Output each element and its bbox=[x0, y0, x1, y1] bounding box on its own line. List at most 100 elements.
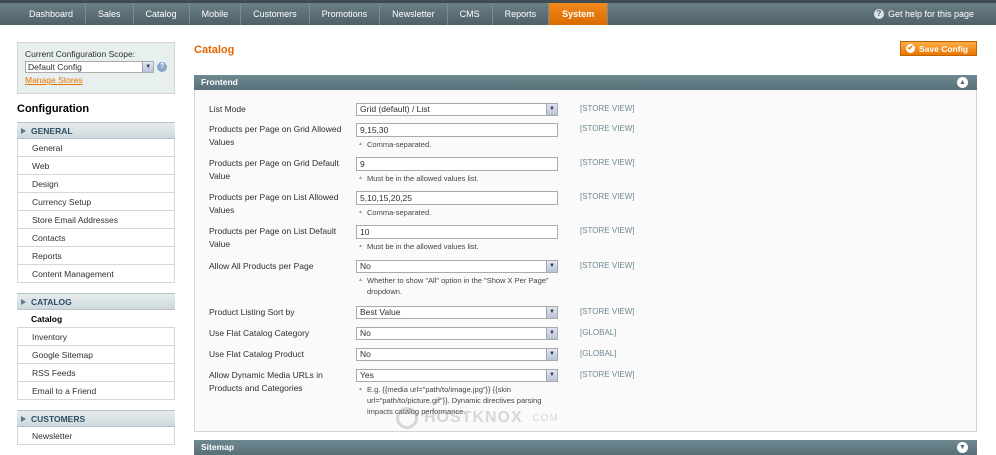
collapse-icon[interactable]: ▲ bbox=[957, 77, 968, 88]
chevron-down-icon: ▼ bbox=[546, 328, 557, 339]
field-label: Products per Page on Grid Default Value bbox=[209, 158, 339, 181]
nav-reports[interactable]: Reports bbox=[493, 3, 550, 25]
sidebar: GENERAL General Web Design Currency Setu… bbox=[17, 122, 175, 445]
nav-system[interactable]: System bbox=[549, 3, 609, 25]
expand-icon[interactable]: ▼ bbox=[957, 442, 968, 453]
bullet-icon bbox=[21, 128, 26, 134]
field-note: Must be in the allowed values list. bbox=[356, 173, 558, 184]
grid-allowed-values-input[interactable]: 9,15,30 bbox=[356, 123, 558, 137]
sidebar-group-label: CATALOG bbox=[31, 297, 72, 307]
field-label: Use Flat Catalog Category bbox=[209, 328, 310, 338]
sort-by-select[interactable]: Best Value ▼ bbox=[356, 306, 558, 319]
nav-mobile[interactable]: Mobile bbox=[190, 3, 242, 25]
sidebar-item-reports[interactable]: Reports bbox=[17, 247, 175, 265]
field-label: Product Listing Sort by bbox=[209, 307, 295, 317]
bullet-icon bbox=[21, 299, 26, 305]
sidebar-group-general[interactable]: GENERAL bbox=[17, 122, 175, 139]
chevron-down-icon: ▼ bbox=[142, 62, 154, 72]
dynamic-media-urls-select[interactable]: Yes ▼ bbox=[356, 369, 558, 382]
save-config-button[interactable]: ✔ Save Config bbox=[900, 41, 977, 56]
save-config-label: Save Config bbox=[919, 43, 969, 54]
nav-newsletter[interactable]: Newsletter bbox=[380, 3, 448, 25]
help-link[interactable]: ? Get help for this page bbox=[873, 3, 974, 25]
scope-select-value: Default Config bbox=[28, 62, 82, 72]
section-header-sitemap[interactable]: Sitemap ▼ bbox=[194, 440, 977, 455]
select-value: Best Value bbox=[360, 307, 401, 317]
nav-catalog[interactable]: Catalog bbox=[134, 3, 190, 25]
help-icon: ? bbox=[873, 9, 884, 19]
sidebar-item-catalog[interactable]: Catalog bbox=[17, 310, 175, 328]
field-note: Whether to show "All" option in the "Sho… bbox=[356, 275, 558, 297]
nav-cms[interactable]: CMS bbox=[448, 3, 493, 25]
nav-dashboard[interactable]: Dashboard bbox=[17, 3, 87, 25]
list-mode-select[interactable]: Grid (default) / List ▼ bbox=[356, 103, 558, 116]
frontend-fieldset: List Mode Grid (default) / List ▼ [STORE… bbox=[194, 90, 977, 432]
field-label: List Mode bbox=[209, 104, 246, 114]
field-label: Products per Page on Grid Allowed Values bbox=[209, 124, 342, 147]
grid-default-value-input[interactable]: 9 bbox=[356, 157, 558, 171]
nav-sales[interactable]: Sales bbox=[86, 3, 134, 25]
field-note: Comma-separated. bbox=[356, 207, 558, 218]
scope-badge: [STORE VIEW] bbox=[580, 158, 635, 167]
chevron-down-icon: ▼ bbox=[546, 349, 557, 360]
nav-customers[interactable]: Customers bbox=[241, 3, 310, 25]
flat-category-select[interactable]: No ▼ bbox=[356, 327, 558, 340]
checkmark-icon: ✔ bbox=[906, 44, 915, 53]
sidebar-item-design[interactable]: Design bbox=[17, 175, 175, 193]
sidebar-group-label: CUSTOMERS bbox=[31, 414, 86, 424]
sidebar-item-web[interactable]: Web bbox=[17, 157, 175, 175]
field-note: Comma-separated. bbox=[356, 139, 558, 150]
scope-badge: [STORE VIEW] bbox=[580, 226, 635, 235]
list-allowed-values-input[interactable]: 5,10,15,20,25 bbox=[356, 191, 558, 205]
list-default-value-input[interactable]: 10 bbox=[356, 225, 558, 239]
field-note: Must be in the allowed values list. bbox=[356, 241, 558, 252]
sidebar-group-label: GENERAL bbox=[31, 126, 73, 136]
chevron-down-icon: ▼ bbox=[546, 104, 557, 115]
page-title: Catalog bbox=[194, 44, 235, 56]
chevron-down-icon: ▼ bbox=[546, 307, 557, 318]
watermark: HOSTKNOX .COM bbox=[396, 407, 559, 429]
scope-select[interactable]: Default Config ▼ bbox=[25, 61, 155, 73]
field-label: Use Flat Catalog Product bbox=[209, 349, 304, 359]
sidebar-title: Configuration bbox=[17, 103, 90, 115]
scope-badge: [GLOBAL] bbox=[580, 349, 617, 358]
sidebar-item-rss-feeds[interactable]: RSS Feeds bbox=[17, 364, 175, 382]
flat-product-select[interactable]: No ▼ bbox=[356, 348, 558, 361]
select-value: No bbox=[360, 261, 371, 271]
sidebar-item-google-sitemap[interactable]: Google Sitemap bbox=[17, 346, 175, 364]
select-value: No bbox=[360, 328, 371, 338]
sidebar-group-customers[interactable]: CUSTOMERS bbox=[17, 410, 175, 427]
sidebar-item-currency-setup[interactable]: Currency Setup bbox=[17, 193, 175, 211]
scope-switcher: Current Configuration Scope: Default Con… bbox=[17, 42, 175, 94]
sidebar-item-store-email-addresses[interactable]: Store Email Addresses bbox=[17, 211, 175, 229]
nav-promotions[interactable]: Promotions bbox=[310, 3, 381, 25]
sidebar-item-inventory[interactable]: Inventory bbox=[17, 328, 175, 346]
sidebar-spacer bbox=[17, 283, 175, 293]
question-icon[interactable]: ? bbox=[157, 62, 167, 72]
scope-badge: [STORE VIEW] bbox=[580, 307, 635, 316]
sidebar-item-content-management[interactable]: Content Management bbox=[17, 265, 175, 283]
field-label: Products per Page on List Allowed Values bbox=[209, 192, 339, 215]
sidebar-item-general[interactable]: General bbox=[17, 139, 175, 157]
select-value: Yes bbox=[360, 370, 374, 380]
manage-stores-link[interactable]: Manage Stores bbox=[25, 75, 167, 85]
chevron-down-icon: ▼ bbox=[546, 370, 557, 381]
select-value: Grid (default) / List bbox=[360, 104, 430, 114]
section-header-frontend[interactable]: Frontend ▲ bbox=[194, 75, 977, 92]
sidebar-item-newsletter[interactable]: Newsletter bbox=[17, 427, 175, 445]
section-title: Frontend bbox=[201, 77, 238, 87]
chevron-down-icon: ▼ bbox=[546, 261, 557, 272]
scope-badge: [STORE VIEW] bbox=[580, 370, 635, 379]
sidebar-item-contacts[interactable]: Contacts bbox=[17, 229, 175, 247]
sidebar-group-catalog[interactable]: CATALOG bbox=[17, 293, 175, 310]
sidebar-spacer bbox=[17, 400, 175, 410]
field-label: Allow All Products per Page bbox=[209, 261, 314, 271]
scope-label: Current Configuration Scope: bbox=[25, 49, 136, 59]
scope-badge: [STORE VIEW] bbox=[580, 124, 635, 133]
sidebar-item-email-to-a-friend[interactable]: Email to a Friend bbox=[17, 382, 175, 400]
watermark-logo-icon bbox=[396, 407, 418, 429]
field-label: Products per Page on List Default Value bbox=[209, 226, 337, 249]
allow-all-products-select[interactable]: No ▼ bbox=[356, 260, 558, 273]
bullet-icon bbox=[21, 416, 26, 422]
scope-badge: [GLOBAL] bbox=[580, 328, 617, 337]
